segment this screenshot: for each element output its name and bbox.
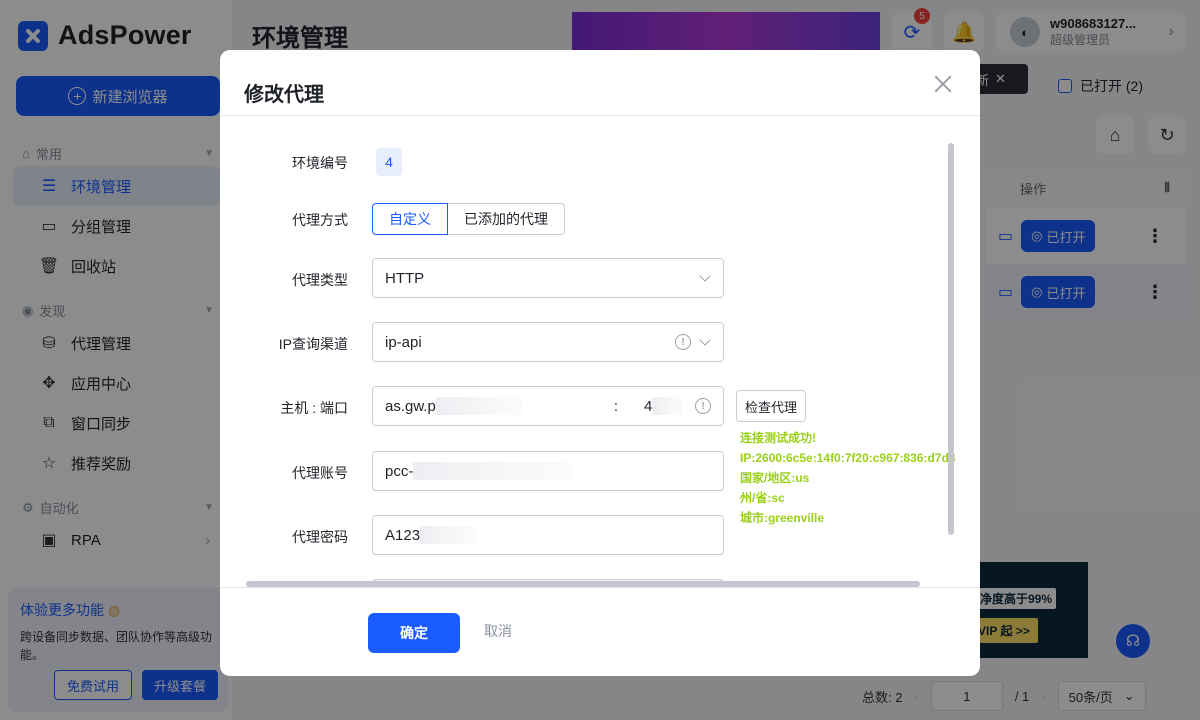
env-no-value: 4 — [376, 148, 402, 176]
chevron-down-icon — [699, 270, 711, 282]
test-result-line: 连接测试成功! — [740, 431, 816, 445]
dialog-body: 环境编号 4 代理方式 自定义 已添加的代理 代理类型 HTTP IP查询渠道 … — [220, 117, 980, 587]
redacted-pass — [420, 526, 477, 544]
dialog-title: 修改代理 — [244, 84, 324, 106]
ip-channel-select[interactable]: ip-api ! — [372, 322, 724, 362]
redacted-port — [652, 397, 683, 415]
proxy-type-label: 代理类型 — [292, 272, 348, 288]
dialog-header: 修改代理 — [220, 50, 980, 116]
proxy-type-value: HTTP — [385, 269, 425, 287]
proxy-mode-saved[interactable]: 已添加的代理 — [448, 203, 565, 235]
proxy-user-value: pcc- — [385, 462, 414, 480]
proxy-mode-custom[interactable]: 自定义 — [372, 203, 448, 235]
proxy-type-select[interactable]: HTTP — [372, 258, 724, 298]
check-proxy-button[interactable]: 检查代理 — [736, 390, 807, 422]
confirm-button[interactable]: 确定 — [368, 613, 460, 653]
port-input[interactable]: 4 — [644, 398, 652, 415]
host-port-label: 主机 : 端口 — [280, 400, 348, 416]
cancel-button[interactable]: 取消 — [484, 621, 512, 641]
chevron-down-icon — [699, 334, 711, 346]
host-port-separator: : — [613, 397, 619, 415]
close-icon[interactable] — [932, 74, 952, 94]
test-result-line: 国家/地区:us — [740, 471, 810, 485]
info-icon[interactable]: ! — [695, 398, 711, 414]
ip-channel-value: ip-api — [385, 333, 422, 351]
vertical-scrollbar[interactable] — [948, 143, 954, 535]
host-input[interactable]: as.gw.p — [385, 398, 436, 415]
proxy-mode-switch: 自定义 已添加的代理 — [372, 203, 565, 235]
ip-channel-label: IP查询渠道 — [278, 336, 348, 352]
proxy-user-label: 代理账号 — [292, 465, 348, 481]
host-port-input[interactable]: as.gw.p : 4 ! — [372, 386, 724, 426]
test-result-line: IP:2600:6c5e:14f0:7f20:c967:836:d7d8 — [740, 451, 956, 465]
proxy-mode-label: 代理方式 — [292, 212, 348, 228]
edit-proxy-dialog: 修改代理 环境编号 4 代理方式 自定义 已添加的代理 代理类型 HTTP IP… — [220, 50, 980, 676]
env-no-label: 环境编号 — [292, 155, 348, 171]
test-result-line: 州/省:sc — [740, 491, 785, 505]
redacted-user — [413, 462, 574, 480]
proxy-pass-input[interactable]: A123 — [372, 515, 724, 555]
proxy-pass-label: 代理密码 — [292, 529, 348, 545]
dialog-footer: 确定 取消 — [220, 587, 980, 676]
info-icon[interactable]: ! — [675, 334, 691, 350]
proxy-test-result: 连接测试成功! IP:2600:6c5e:14f0:7f20:c967:836:… — [740, 428, 960, 528]
test-result-line: 城市:greenville — [740, 511, 825, 525]
proxy-user-input[interactable]: pcc- — [372, 451, 724, 491]
proxy-pass-value: A123 — [385, 526, 421, 544]
redacted-host — [435, 397, 522, 415]
